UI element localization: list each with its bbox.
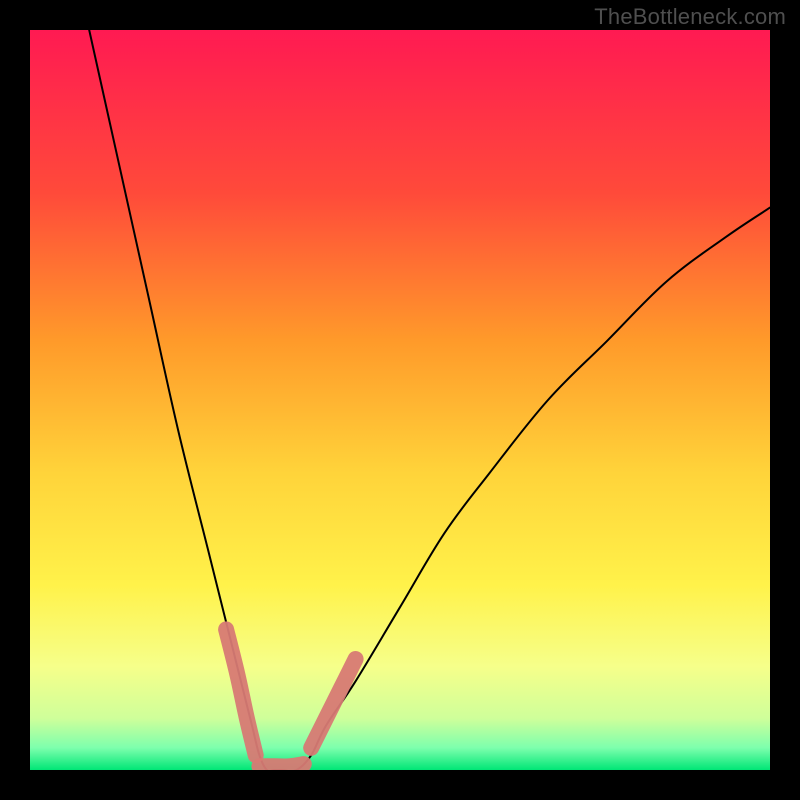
watermark-text: TheBottleneck.com: [594, 4, 786, 30]
chart-frame: TheBottleneck.com: [0, 0, 800, 800]
gradient-bg: [30, 30, 770, 770]
plot-area: [30, 30, 770, 770]
plot-svg: [30, 30, 770, 770]
highlight-valley-floor: [259, 764, 303, 766]
